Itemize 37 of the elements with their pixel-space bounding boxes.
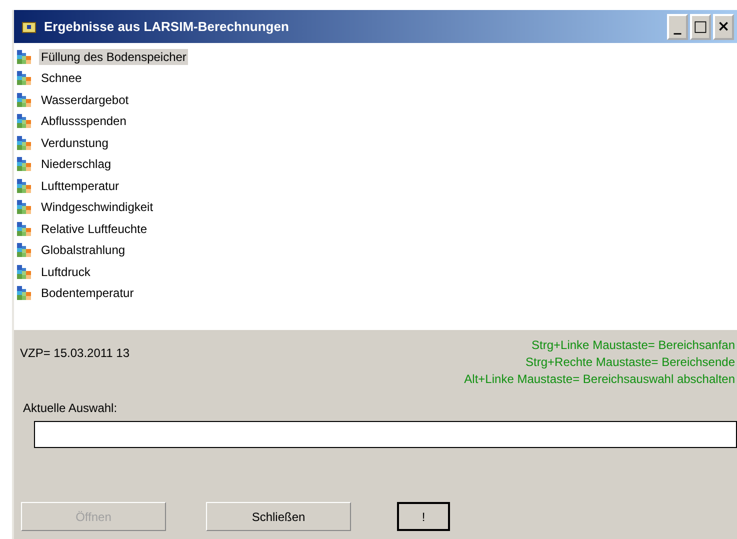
list-item[interactable]: Luftdruck bbox=[39, 264, 92, 280]
close-button[interactable]: × bbox=[713, 14, 734, 40]
list-item[interactable]: Verdunstung bbox=[39, 134, 110, 151]
grid-icon bbox=[17, 50, 31, 64]
list-item[interactable]: Füllung des Bodenspeicher bbox=[39, 48, 188, 65]
minimize-button[interactable]: _ bbox=[667, 14, 688, 40]
grid-icon bbox=[17, 157, 31, 172]
list-item[interactable]: Schnee bbox=[39, 70, 84, 86]
grid-icon bbox=[17, 178, 31, 193]
field-label: Aktuelle Auswahl: bbox=[23, 401, 118, 415]
selection-field[interactable] bbox=[34, 421, 737, 448]
list-item[interactable]: Lufttemperatur bbox=[39, 178, 122, 194]
grid-icon bbox=[17, 114, 31, 128]
grid-icon bbox=[17, 286, 31, 300]
grid-icon bbox=[17, 71, 31, 86]
grid-icon bbox=[17, 200, 31, 214]
window-title: Ergebnisse aus LARSIM-Berechnungen bbox=[44, 19, 290, 34]
grid-icon bbox=[17, 136, 31, 150]
list-item[interactable]: Abflussspenden bbox=[39, 113, 128, 130]
hint-text: Alt+Linke Maustaste= Bereichsauswahl abschalten bbox=[464, 371, 735, 388]
grid-icon bbox=[17, 92, 31, 107]
dialog-button[interactable]: Schließen bbox=[206, 502, 351, 531]
grid-icon bbox=[17, 264, 31, 279]
hint-text: Strg+Linke Maustaste= Bereichsanfan bbox=[532, 337, 735, 354]
grid-icon bbox=[17, 243, 31, 258]
hint-text: Strg+Rechte Maustaste= Bereichsende bbox=[526, 354, 735, 371]
grid-icon bbox=[17, 222, 31, 236]
folder-icon bbox=[22, 20, 36, 32]
list-item[interactable]: Niederschlag bbox=[39, 156, 114, 172]
maximize-button[interactable]: □ bbox=[690, 14, 711, 40]
vzp-label: VZP= 15.03.2011 13 bbox=[20, 346, 130, 362]
list-item[interactable]: Wasserdargebot bbox=[39, 92, 131, 108]
dialog-button[interactable]: ! bbox=[397, 502, 450, 531]
list-item[interactable]: Bodentemperatur bbox=[39, 285, 136, 302]
list-item[interactable]: Windgeschwindigkeit bbox=[39, 199, 156, 216]
list-item[interactable]: Relative Luftfeuchte bbox=[39, 220, 150, 237]
list-item[interactable]: Globalstrahlung bbox=[39, 242, 128, 258]
